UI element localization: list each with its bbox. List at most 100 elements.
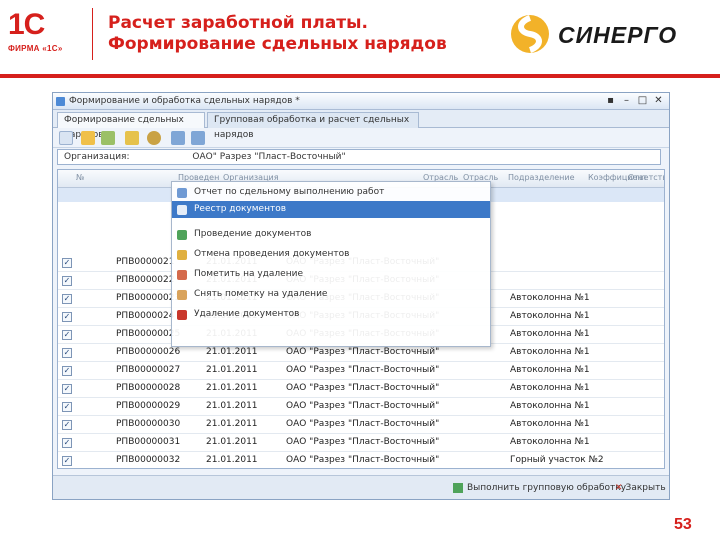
grid-header-cell: Подразделение (508, 173, 575, 182)
menu-item-post[interactable]: Проведение документов (172, 226, 490, 243)
synergo-wordmark: СИНЕРГО (558, 22, 678, 48)
menu-item-registry[interactable]: Реестр документов (172, 201, 490, 218)
save-icon[interactable] (171, 131, 185, 145)
row-checkbox[interactable]: ✓ (62, 420, 72, 430)
menu-item-unpost[interactable]: Отмена проведения документов (172, 246, 490, 263)
window-app-icon (56, 97, 65, 106)
menu-item-mark-delete[interactable]: Пометить на удаление (172, 266, 490, 283)
table-row[interactable]: ✓ РПВ00000029 21.01.2011 ОАО "Разрез "Пласт… (58, 398, 664, 416)
execute-button[interactable]: Выполнить групповую обработку (453, 480, 626, 496)
logo-1c-caption: ФИРМА «1С» (8, 44, 63, 53)
menu-item-label: Пометить на удаление (194, 269, 303, 279)
window-titlebar: Формирование и обработка сдельных нарядо… (53, 93, 669, 110)
row-number: РПВ0000021 (116, 257, 175, 267)
actions-menu-icon[interactable] (59, 131, 73, 145)
row-subdivision: Автоколонна №1 (510, 437, 590, 447)
row-checkbox[interactable]: ✓ (62, 402, 72, 412)
row-organization: ОАО "Разрез "Пласт-Восточный" (286, 419, 440, 429)
tab-bar: Формирование сдельных нарядов Групповая … (53, 110, 669, 140)
table-row[interactable]: ✓ РПВ00000032 21.01.2011 ОАО "Разрез "Пласт… (58, 452, 664, 468)
logo-1c-mark: 1С (8, 8, 45, 41)
window-menu-icon[interactable]: ▪ (604, 94, 617, 107)
row-date: 21.01.2011 (206, 365, 258, 375)
menu-item-report[interactable]: Отчет по сдельному выполнению работ (172, 184, 490, 201)
filter-icon[interactable] (125, 131, 139, 145)
context-menu: Отчет по сдельному выполнению работ Реес… (171, 181, 491, 347)
row-date: 21.01.2011 (206, 401, 258, 411)
row-checkbox[interactable]: ✓ (62, 366, 72, 376)
window-title: Формирование и обработка сдельных нарядо… (69, 96, 300, 106)
menu-item-delete[interactable]: Удаление документов (172, 306, 490, 323)
row-date: 21.01.2011 (206, 437, 258, 447)
row-checkbox[interactable]: ✓ (62, 348, 72, 358)
row-subdivision: Горный участок №2 (510, 455, 604, 465)
close-icon[interactable]: ✕ (652, 94, 665, 107)
row-number: РПВ0000024 (116, 311, 175, 321)
row-organization: ОАО "Разрез "Пласт-Восточный" (286, 347, 440, 357)
row-date: 21.01.2011 (206, 455, 258, 465)
refresh-icon[interactable] (101, 131, 115, 145)
row-number: РПВ00000030 (116, 419, 181, 429)
row-checkbox[interactable]: ✓ (62, 438, 72, 448)
tab-group-processing[interactable]: Групповая обработка и расчет сдельных на… (207, 112, 419, 140)
row-subdivision: Автоколонна №1 (510, 293, 590, 303)
header-red-bar (0, 74, 720, 78)
help-icon[interactable] (147, 131, 161, 145)
registry-icon (177, 205, 187, 215)
firm-1c-logo: 1С ФИРМА «1С» (8, 8, 78, 60)
row-number: РПВ00000031 (116, 437, 181, 447)
unpost-icon (177, 250, 187, 260)
row-checkbox[interactable]: ✓ (62, 258, 72, 268)
maximize-icon[interactable]: □ (636, 94, 649, 107)
execute-icon (453, 482, 463, 493)
row-checkbox[interactable]: ✓ (62, 384, 72, 394)
row-checkbox[interactable]: ✓ (62, 276, 72, 286)
organization-value: ОАО" Разрез "Пласт-Восточный" (192, 152, 346, 162)
row-organization: ОАО "Разрез "Пласт-Восточный" (286, 437, 440, 447)
organization-filter[interactable]: Организация: ОАО" Разрез "Пласт-Восточны… (57, 149, 661, 165)
row-date: 21.01.2011 (206, 419, 258, 429)
row-subdivision: Автоколонна №1 (510, 419, 590, 429)
row-subdivision: Автоколонна №1 (510, 365, 590, 375)
bottom-bar: Выполнить групповую обработку ✕ Закрыть (53, 475, 669, 499)
delete-icon (177, 310, 187, 320)
row-subdivision: Автоколонна №1 (510, 329, 590, 339)
row-subdivision: Автоколонна №1 (510, 311, 590, 321)
menu-item-unmark-delete[interactable]: Снять пометку на удаление (172, 286, 490, 303)
row-organization: ОАО "Разрез "Пласт-Восточный" (286, 401, 440, 411)
row-checkbox[interactable]: ✓ (62, 330, 72, 340)
grid-header-cell: Ответственный (628, 173, 664, 182)
slide-title-line1: Расчет заработной платы. (108, 13, 368, 33)
header-divider (92, 8, 93, 60)
row-checkbox[interactable]: ✓ (62, 294, 72, 304)
print-icon[interactable] (191, 131, 205, 145)
minimize-icon[interactable]: – (620, 94, 633, 107)
menu-item-label: Отмена проведения документов (194, 249, 350, 259)
row-checkbox[interactable]: ✓ (62, 312, 72, 322)
close-label: Закрыть (625, 483, 666, 493)
table-row[interactable]: ✓ РПВ00000030 21.01.2011 ОАО "Разрез "Пласт… (58, 416, 664, 434)
row-subdivision: Автоколонна №1 (510, 383, 590, 393)
execute-label: Выполнить групповую обработку (467, 483, 627, 493)
menu-item-label: Проведение документов (194, 229, 312, 239)
page-number: 53 (674, 516, 692, 533)
row-number: РПВ00000027 (116, 365, 181, 375)
tab-form-piece-orders[interactable]: Формирование сдельных нарядов (57, 112, 205, 140)
close-button[interactable]: ✕ Закрыть (615, 480, 666, 496)
app-window: Формирование и обработка сдельных нарядо… (52, 92, 670, 500)
row-checkbox[interactable]: ✓ (62, 456, 72, 466)
synergo-swirl-icon (511, 15, 549, 53)
row-organization: ОАО "Разрез "Пласт-Восточный" (286, 455, 440, 465)
select-all-icon[interactable] (81, 131, 95, 145)
table-row[interactable]: ✓ РПВ00000031 21.01.2011 ОАО "Разрез "Пласт… (58, 434, 664, 452)
row-number: РПВ00000026 (116, 347, 181, 357)
row-number: РПВ00000029 (116, 401, 181, 411)
synergo-logo: СИНЕРГО (508, 12, 708, 56)
grid-header-cell: № (76, 173, 85, 182)
row-subdivision: Автоколонна №1 (510, 401, 590, 411)
row-number: РПВ00000028 (116, 383, 181, 393)
table-row[interactable]: ✓ РПВ00000027 21.01.2011 ОАО "Разрез "Пласт… (58, 362, 664, 380)
table-row[interactable]: ✓ РПВ00000028 21.01.2011 ОАО "Разрез "Пласт… (58, 380, 664, 398)
post-icon (177, 230, 187, 240)
row-organization: ОАО "Разрез "Пласт-Восточный" (286, 383, 440, 393)
